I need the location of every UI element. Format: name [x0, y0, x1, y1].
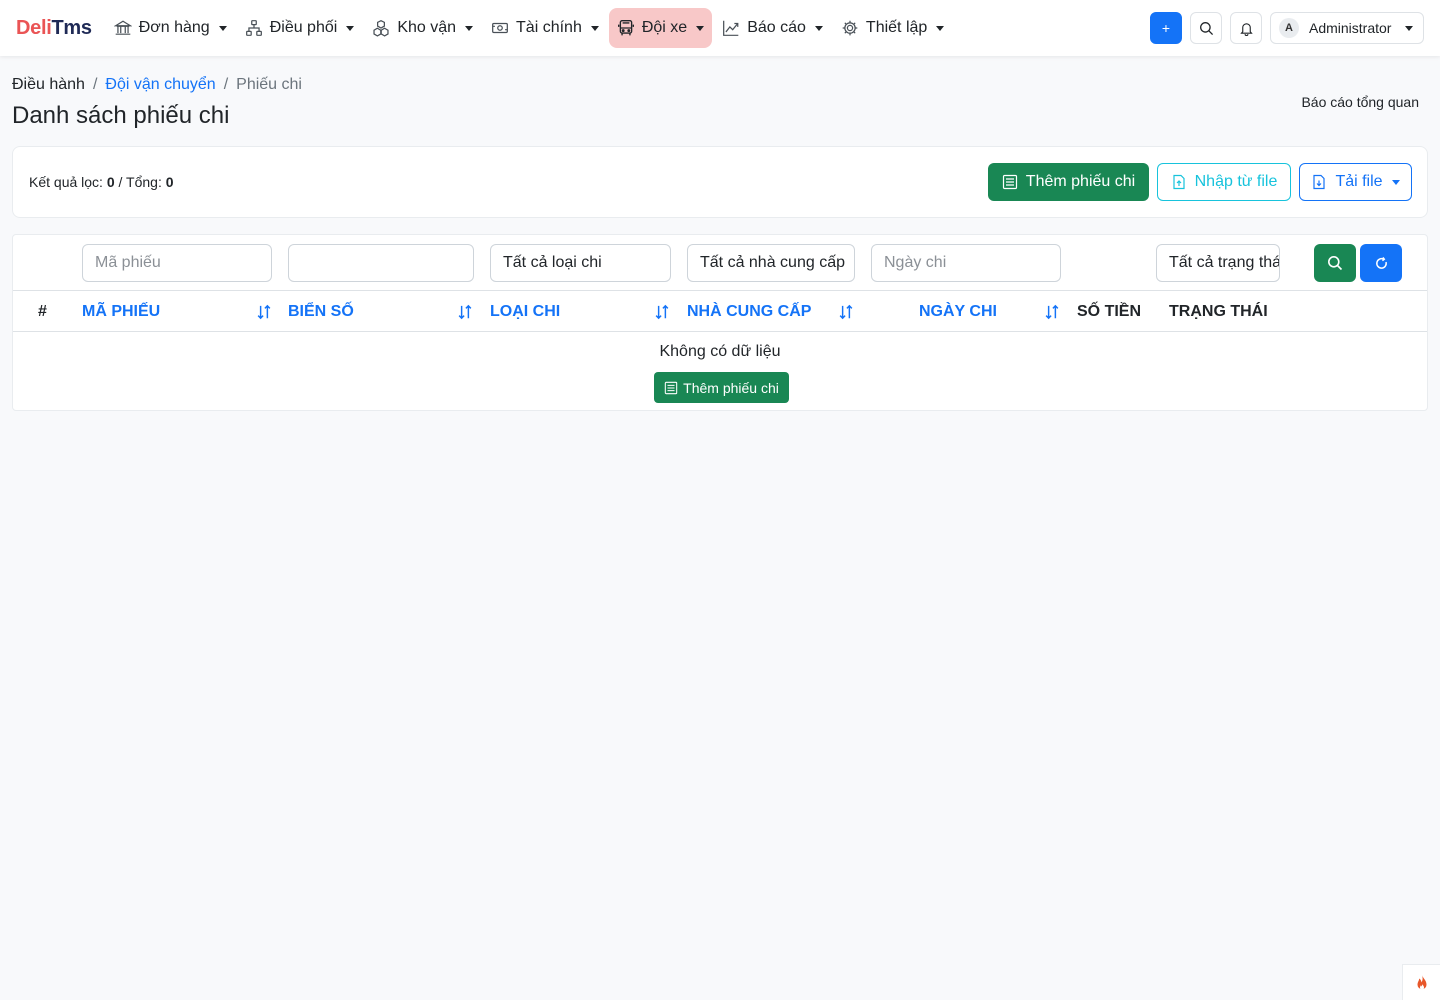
boxes-icon [373, 19, 389, 37]
download-file-button[interactable]: Tải file [1299, 163, 1412, 201]
filter-row: Mã phiếu Tất cả loại chi Tất cả nhà cung… [13, 235, 1427, 291]
avatar: A [1279, 18, 1299, 38]
column-status: Trạng thái [1169, 302, 1268, 320]
chevron-down-icon [696, 25, 705, 31]
nav-item-reports[interactable]: Báo cáo [714, 8, 831, 48]
add-voucher-button[interactable]: Thêm phiếu chi [988, 163, 1149, 201]
navbar-right: + A Administrator [1142, 12, 1424, 44]
plate-number-input[interactable] [288, 244, 474, 282]
empty-state-text: Không có dữ liệu [659, 343, 781, 360]
sort-icon[interactable] [1043, 303, 1061, 321]
chevron-down-icon [814, 25, 823, 31]
column-amount: Số tiền [1077, 302, 1142, 320]
nav-item-warehouse[interactable]: Kho vận [364, 8, 481, 48]
notifications-button[interactable] [1230, 12, 1262, 44]
sort-icon[interactable] [255, 303, 273, 321]
result-summary: Kết quả lọc: 0 / Tổng: 0 [29, 174, 174, 190]
breadcrumb-parent[interactable]: Đội vận chuyển [105, 76, 215, 94]
report-overview-link[interactable]: Báo cáo tổng quan [1301, 94, 1419, 110]
chevron-down-icon [346, 25, 355, 31]
chevron-down-icon [218, 25, 227, 31]
chevron-down-icon [465, 25, 474, 31]
quick-add-button[interactable]: + [1150, 12, 1182, 44]
import-file-button[interactable]: Nhập từ file [1157, 163, 1291, 201]
chevron-down-icon [1405, 25, 1413, 31]
main-nav: Đơn hàng Điều phối Kho vận Tài chính Đội… [106, 8, 955, 48]
nav-item-dispatch[interactable]: Điều phối [237, 8, 363, 48]
sort-icon[interactable] [456, 303, 474, 321]
nav-item-orders[interactable]: Đơn hàng [106, 8, 235, 48]
page-title: Danh sách phiếu chi [12, 102, 230, 129]
vouchers-table-card: Mã phiếu Tất cả loại chi Tất cả nhà cung… [12, 234, 1428, 411]
search-button[interactable] [1190, 12, 1222, 44]
filter-search-button[interactable] [1314, 244, 1356, 282]
breadcrumb-root[interactable]: Điều hành [12, 76, 85, 94]
sort-icon[interactable] [653, 303, 671, 321]
voucher-code-input[interactable]: Mã phiếu [82, 244, 272, 282]
column-plate-number[interactable]: Biển số [288, 291, 354, 332]
graph-up-icon [723, 20, 739, 36]
summary-card: Kết quả lọc: 0 / Tổng: 0 Thêm phiếu chi … [12, 146, 1428, 218]
chevron-down-icon [1391, 179, 1400, 185]
table-header-row: # Mã phiếu Biển số Loại chi Nhà cung cấp… [13, 291, 1427, 332]
cash-icon [492, 22, 508, 34]
supplier-select[interactable]: Tất cả nhà cung cấp [687, 244, 855, 282]
chevron-down-icon [936, 25, 945, 31]
nav-item-settings[interactable]: Thiết lập [833, 8, 952, 48]
column-voucher-code[interactable]: Mã phiếu [82, 291, 160, 332]
breadcrumb: Điều hành / Đội vận chuyển / Phiếu chi [12, 76, 302, 94]
debug-toolbar-toggle[interactable] [1402, 964, 1440, 1000]
user-name: Administrator [1309, 20, 1392, 36]
brand-logo[interactable]: DeliTms [16, 17, 92, 40]
search-icon [1328, 256, 1343, 271]
column-index: # [38, 302, 47, 320]
list-icon [1002, 174, 1017, 190]
top-navbar: DeliTms Đơn hàng Điều phối Kho vận Tài c… [0, 0, 1440, 56]
nav-item-fleet[interactable]: Đội xe [608, 8, 713, 48]
file-download-icon [1313, 174, 1326, 190]
column-expense-type[interactable]: Loại chi [490, 291, 560, 332]
bus-icon [617, 20, 634, 36]
chevron-down-icon [590, 25, 599, 31]
sort-icon[interactable] [837, 303, 855, 321]
bell-icon [1239, 22, 1253, 36]
diagram-icon [245, 20, 262, 36]
gear-icon [842, 20, 858, 36]
expense-date-input[interactable]: Ngày chi [871, 244, 1061, 282]
breadcrumb-current: Phiếu chi [236, 76, 302, 93]
expense-type-select[interactable]: Tất cả loại chi [490, 244, 671, 282]
search-icon [1199, 21, 1213, 35]
bank-icon [113, 20, 132, 35]
list-icon [664, 381, 678, 394]
plus-icon: + [1161, 20, 1171, 36]
nav-item-finance[interactable]: Tài chính [483, 8, 607, 48]
file-upload-icon [1173, 174, 1185, 190]
column-supplier[interactable]: Nhà cung cấp [687, 291, 811, 332]
user-menu[interactable]: A Administrator [1270, 12, 1424, 44]
empty-add-voucher-button[interactable]: Thêm phiếu chi [654, 372, 789, 403]
column-expense-date[interactable]: Ngày chi [919, 291, 997, 332]
refresh-icon [1375, 256, 1387, 269]
status-select[interactable]: Tất cả trạng thái [1156, 244, 1280, 282]
flame-icon [1417, 974, 1426, 990]
filter-reset-button[interactable] [1360, 244, 1402, 282]
